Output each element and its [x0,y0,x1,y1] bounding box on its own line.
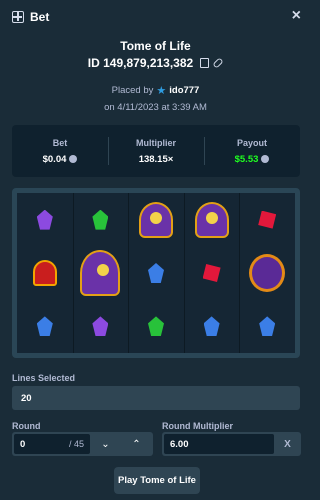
bet-label: Bet [52,137,68,148]
modal-title: Bet [30,10,50,24]
pharaoh-icon [194,201,229,238]
payout-stat: Payout $5.53 [204,125,300,177]
chevron-down-icon: ⌄ [101,438,110,450]
slot-reels [17,193,295,353]
chevron-up-icon: ⌃ [132,438,141,450]
close-icon[interactable]: × [292,8,301,24]
reel-divider [183,193,185,353]
blue-gem-icon [259,316,276,337]
slot-symbol [80,200,120,240]
lines-selected-field: 20 [12,386,300,410]
round-multiplier-x: X [284,438,291,450]
blue-gem-icon [203,316,220,337]
slot-symbol [247,200,287,240]
slot-symbol [80,250,121,296]
round-down-button[interactable]: ⌄ [90,432,121,456]
slot-symbol [192,253,232,293]
payout-label: Payout [236,137,267,148]
multiplier-stat: Multiplier 138.15× [108,125,204,177]
bet-icon [12,11,24,23]
slot-symbol [192,306,232,346]
bet-id-row: ID 149,879,213,382 [0,56,311,70]
slot-symbol [136,253,176,293]
round-stepper: 0 / 45 ⌄ ⌃ [12,432,153,456]
link-icon[interactable] [212,57,224,69]
red-gem-icon [258,210,277,229]
vip-star-icon: ★ [156,85,167,97]
purple-gem-icon [92,316,109,337]
slot-symbol [25,200,65,240]
green-gem-icon [92,209,109,230]
round-total: / 45 [68,439,84,449]
bet-id: ID 149,879,213,382 [87,56,194,70]
bet-value: $0.04 [43,154,78,165]
bet-stat: Bet $0.04 [12,125,108,177]
slot-symbol [25,253,65,293]
reel-divider [128,193,130,353]
round-up-button[interactable]: ⌃ [121,432,152,456]
green-gem-icon [148,316,164,337]
slot-symbol [25,306,65,346]
slot-symbol [247,253,287,293]
reel-divider [239,193,241,353]
tome-book-icon [249,254,286,292]
round-label: Round [12,421,41,431]
slot-board [12,188,300,358]
pharaoh-icon [139,201,173,238]
reel-divider [72,193,74,353]
lines-selected-label: Lines Selected [12,373,76,383]
placed-on-date: on 4/11/2023 at 3:39 AM [104,102,207,113]
payout-value: $5.53 [235,154,270,165]
bet-stats-panel: Bet $0.04 Multiplier 138.15× Payout $5.5… [12,125,300,177]
slot-symbol [136,200,176,240]
placed-by-label: Placed by [111,85,154,96]
copy-icon[interactable] [200,58,210,68]
multiplier-label: Multiplier [136,137,176,148]
placed-by-row: Placed by ★ ido777 [0,84,311,97]
currency-icon [69,155,78,163]
pharaoh-large-icon [80,250,121,296]
slot-symbol [192,200,232,240]
username-link[interactable]: ido777 [169,85,199,96]
currency-icon [261,155,270,163]
slot-symbol [136,306,176,346]
red-gem-icon [202,264,221,282]
round-input[interactable]: 0 / 45 [14,434,90,454]
blue-gem-icon [148,263,164,283]
game-name: Tome of Life [120,39,191,53]
round-multiplier-field: 6.00 X [162,432,301,456]
slot-symbol [247,306,287,346]
multiplier-value: 138.15× [138,153,174,165]
red-ghost-icon [32,260,57,286]
modal-header: Bet × [0,0,311,34]
purple-gem-icon [36,209,53,230]
slot-symbol [80,306,120,346]
blue-gem-icon [36,316,53,337]
round-multiplier-value: 6.00 [164,434,274,454]
round-multiplier-label: Round Multiplier [162,421,233,431]
play-game-button[interactable]: Play Tome of Life [114,467,200,494]
